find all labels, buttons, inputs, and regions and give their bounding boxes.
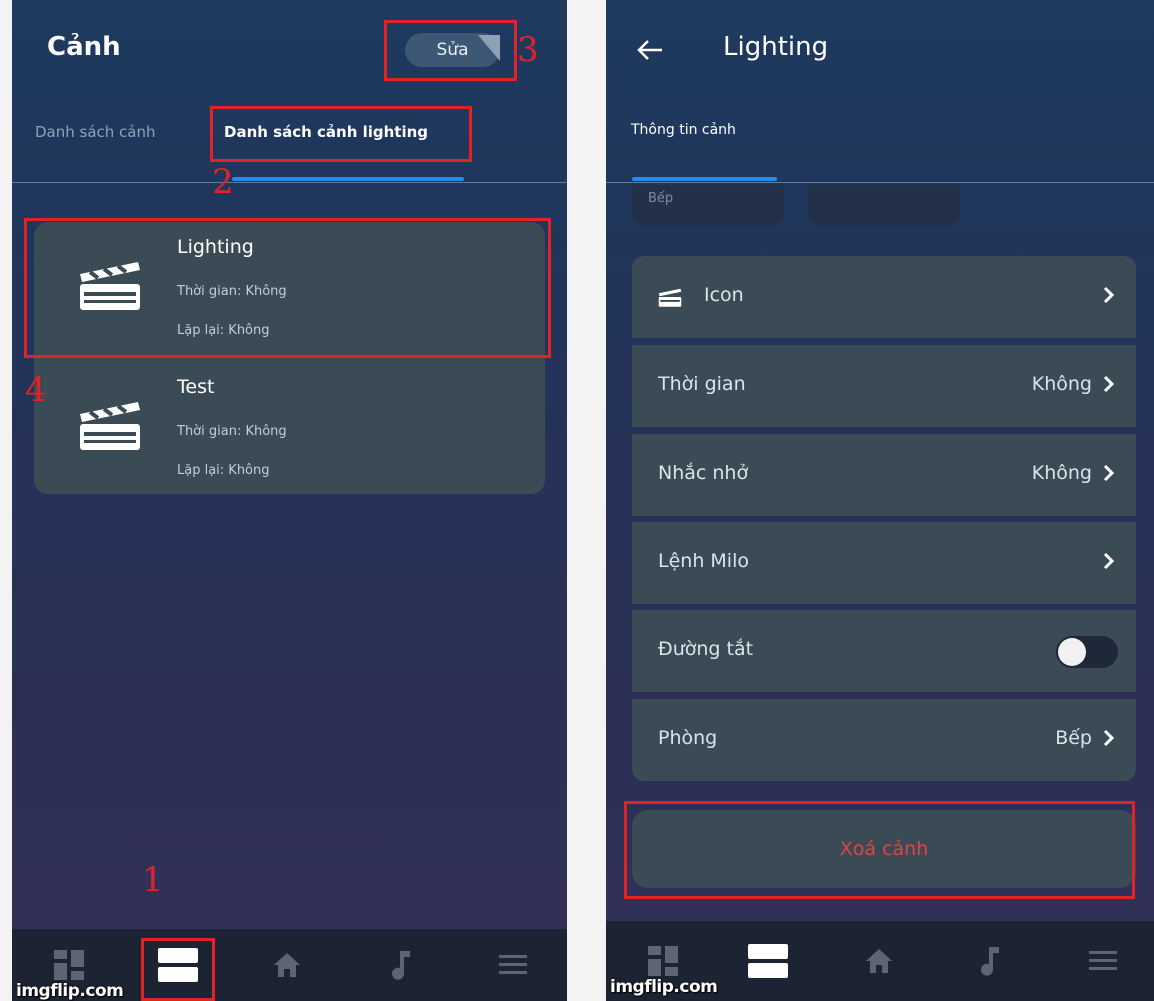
row-value: Không — [1031, 462, 1092, 484]
chevron-right-icon — [1103, 464, 1115, 482]
active-tab-indicator — [632, 177, 777, 181]
watermark: imgflip.com — [16, 981, 124, 1001]
row-label: Lệnh Milo — [658, 550, 749, 572]
chevron-right-icon — [1103, 729, 1115, 747]
tab-scene-list[interactable]: Danh sách cảnh — [35, 123, 156, 141]
shortcut-toggle[interactable] — [1056, 636, 1118, 668]
annotation-number-4: 4 — [25, 370, 47, 410]
home-icon — [866, 949, 892, 973]
scene-card-test[interactable]: Test Thời gian: Không Lặp lại: Không — [34, 362, 545, 494]
tab-scene-info[interactable]: Thông tin cảnh — [631, 122, 736, 138]
scenes-icon — [748, 944, 788, 978]
home-icon — [274, 953, 300, 977]
annotation-box-scene — [24, 218, 551, 358]
chevron-right-icon — [1103, 286, 1115, 304]
nav-music[interactable] — [367, 929, 437, 1001]
nav-menu[interactable] — [1068, 921, 1138, 1001]
page-title: Lighting — [723, 32, 829, 62]
row-value: Bếp — [1055, 727, 1092, 749]
row-milo-command[interactable]: Lệnh Milo — [632, 522, 1136, 604]
dashboard-icon — [54, 950, 84, 980]
row-time[interactable]: Thời gian Không — [632, 345, 1136, 427]
nav-menu[interactable] — [478, 929, 548, 1001]
active-tab-indicator — [232, 177, 464, 181]
annotation-box-nav — [141, 938, 215, 1001]
annotation-box-delete — [624, 801, 1135, 899]
scene-repeat: Lặp lại: Không — [177, 463, 270, 478]
row-label: Nhắc nhở — [658, 462, 749, 484]
nav-home[interactable] — [252, 929, 322, 1001]
nav-home[interactable] — [844, 921, 914, 1001]
clapperboard-icon — [80, 402, 140, 450]
row-label: Thời gian — [658, 373, 746, 395]
toggle-knob — [1058, 638, 1086, 666]
row-label: Đường tắt — [658, 638, 754, 660]
row-label: Icon — [704, 284, 744, 306]
nav-scenes[interactable] — [730, 921, 806, 1001]
menu-icon — [1089, 951, 1117, 970]
arrow-left-icon[interactable] — [636, 38, 664, 62]
menu-icon — [499, 955, 527, 974]
chevron-right-icon — [1103, 375, 1115, 393]
clapperboard-icon — [658, 288, 682, 307]
page-title: Cảnh — [47, 32, 121, 62]
scene-time: Thời gian: Không — [177, 424, 287, 439]
scene-list-screen: Cảnh Sửa Danh sách cảnh Danh sách cảnh l… — [12, 0, 567, 1001]
annotation-box-tab — [210, 106, 472, 162]
annotation-number-2: 2 — [212, 162, 234, 202]
dashboard-icon — [648, 946, 678, 976]
watermark: imgflip.com — [610, 977, 718, 997]
room-chip-label: Bếp — [648, 191, 674, 206]
room-chip[interactable]: Bếp — [632, 185, 784, 225]
row-shortcut: Đường tắt — [632, 610, 1136, 692]
scene-detail-screen: Lighting Thông tin cảnh Bếp Icon Thời gi… — [606, 0, 1154, 1001]
annotation-number-1: 1 — [142, 860, 164, 900]
music-icon — [981, 947, 999, 976]
row-icon[interactable]: Icon — [632, 256, 1136, 338]
row-value: Không — [1031, 373, 1092, 395]
annotation-number-3: 3 — [517, 30, 539, 70]
annotation-box-edit — [384, 20, 517, 81]
tab-divider — [606, 182, 1154, 183]
chevron-right-icon — [1103, 552, 1115, 570]
room-chip-empty[interactable] — [808, 185, 960, 225]
nav-music[interactable] — [956, 921, 1026, 1001]
scene-name: Test — [177, 376, 215, 398]
row-reminder[interactable]: Nhắc nhở Không — [632, 434, 1136, 516]
tab-divider — [12, 182, 567, 183]
music-icon — [392, 951, 410, 980]
row-room[interactable]: Phòng Bếp — [632, 699, 1136, 781]
row-label: Phòng — [658, 727, 718, 749]
